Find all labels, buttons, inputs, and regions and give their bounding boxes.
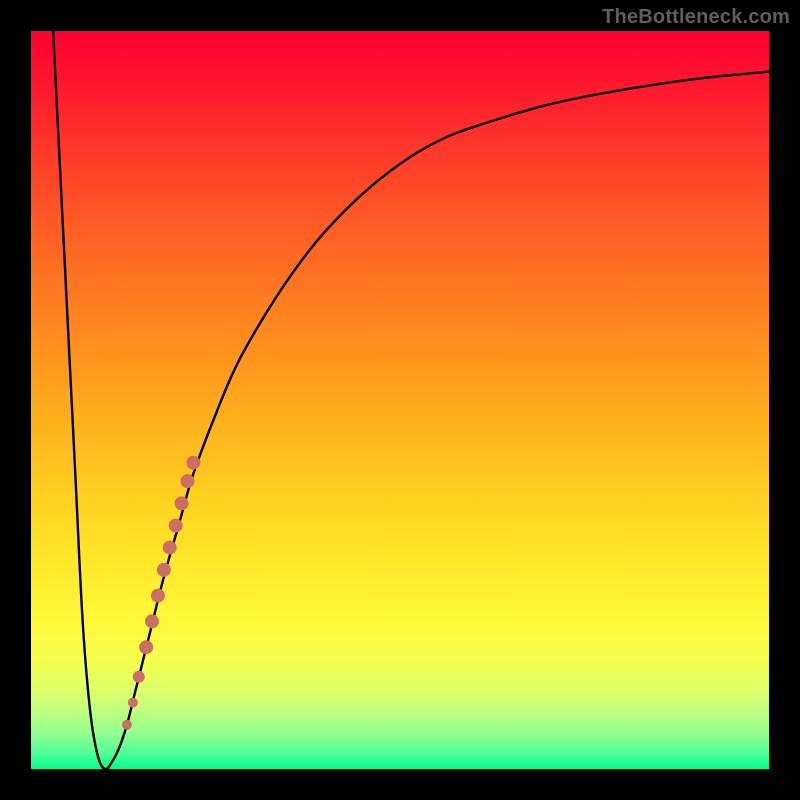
data-marker bbox=[180, 474, 194, 488]
data-marker bbox=[133, 671, 145, 683]
chart-frame: TheBottleneck.com bbox=[0, 0, 800, 800]
data-marker bbox=[169, 518, 183, 532]
data-marker bbox=[186, 456, 200, 470]
data-marker bbox=[163, 541, 177, 555]
data-marker bbox=[128, 698, 138, 708]
data-marker bbox=[139, 640, 153, 654]
watermark-text: TheBottleneck.com bbox=[602, 6, 790, 29]
bottleneck-curve bbox=[53, 31, 769, 769]
data-markers bbox=[122, 456, 200, 730]
data-marker bbox=[175, 496, 189, 510]
data-marker bbox=[122, 720, 132, 730]
chart-svg bbox=[31, 31, 769, 769]
data-marker bbox=[157, 563, 171, 577]
data-marker bbox=[145, 614, 159, 628]
data-marker bbox=[151, 589, 165, 603]
